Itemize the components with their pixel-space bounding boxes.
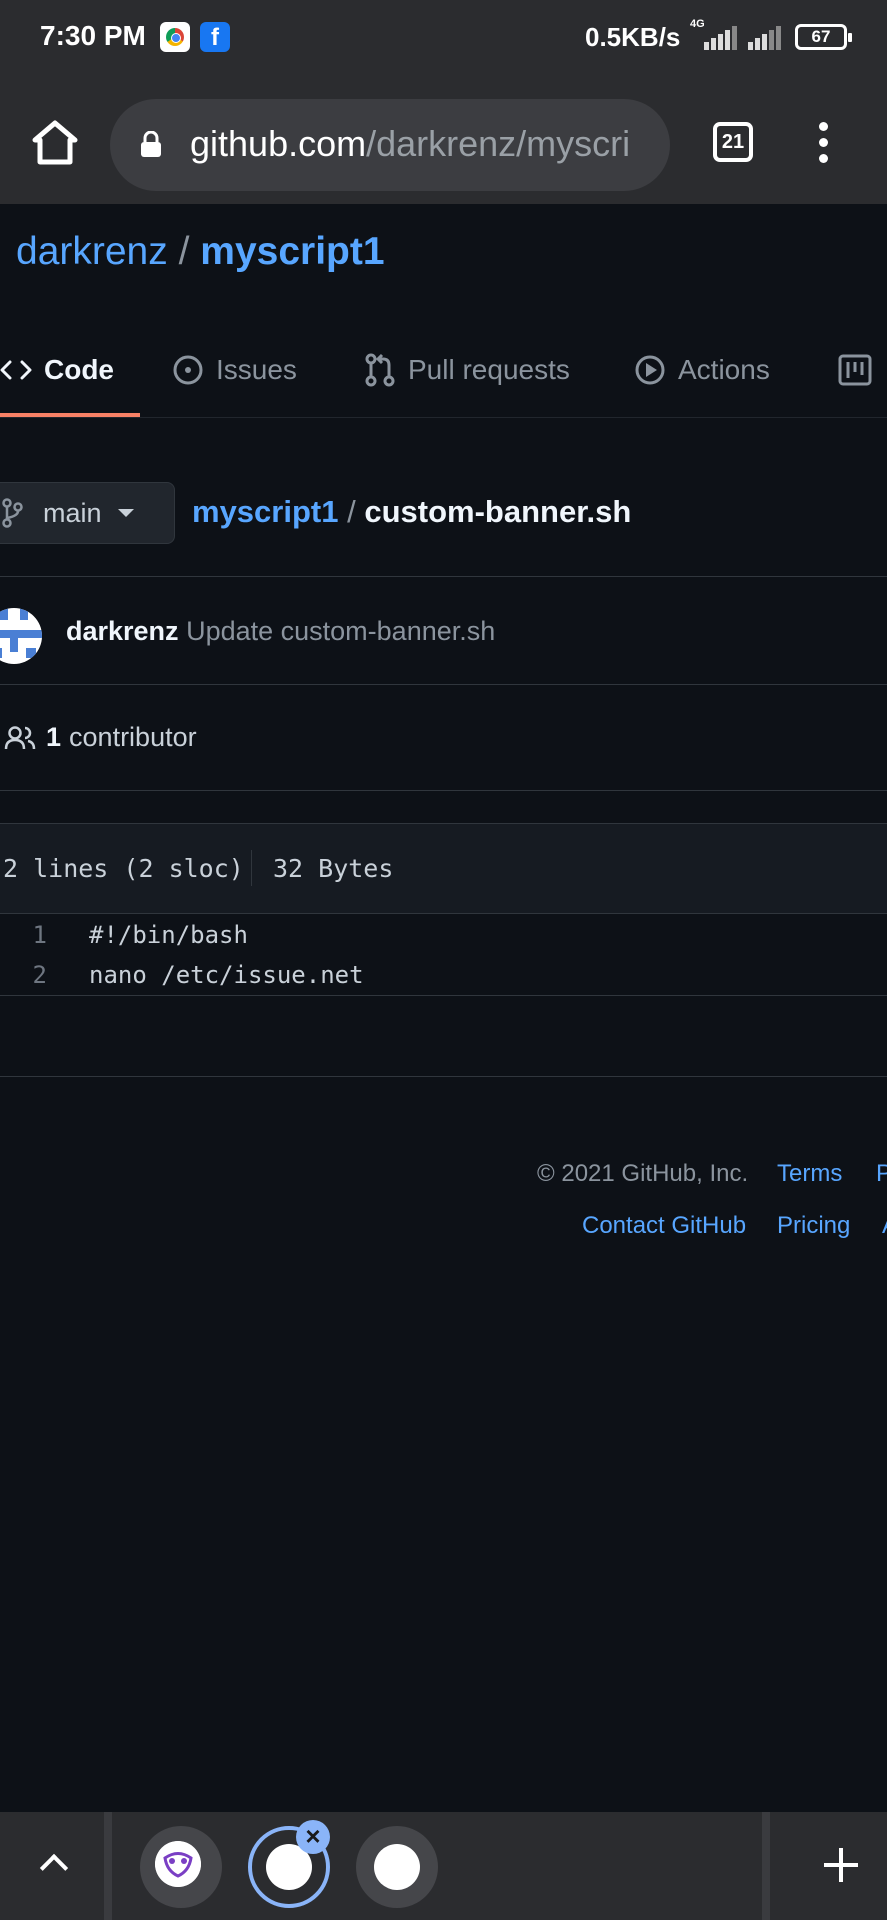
repo-nav-tabs: Code Issues Pull requests Actions bbox=[0, 320, 887, 418]
file-viewer: 2 lines (2 sloc) 32 Bytes 1 #!/bin/bash … bbox=[0, 823, 887, 996]
line-content: #!/bin/bash bbox=[89, 921, 248, 949]
breadcrumb: myscript1 / custom-banner.sh bbox=[192, 494, 631, 530]
footer-link-terms[interactable]: Terms bbox=[777, 1160, 842, 1188]
latest-commit: darkrenz Update custom-banner.sh bbox=[66, 616, 495, 647]
close-icon[interactable]: × bbox=[296, 1820, 330, 1854]
tab-actions[interactable]: Actions bbox=[634, 350, 770, 390]
network-type-label: 4G bbox=[690, 18, 705, 30]
url-text: github.com/darkrenz/myscri bbox=[190, 123, 650, 165]
chrome-icon bbox=[160, 22, 190, 52]
status-time: 7:30 PM bbox=[40, 20, 146, 51]
breadcrumb-repo-link[interactable]: myscript1 bbox=[192, 494, 338, 529]
tab-pull-requests[interactable]: Pull requests bbox=[364, 350, 570, 390]
tab-issues[interactable]: Issues bbox=[172, 350, 297, 390]
url-host: github.com bbox=[190, 123, 367, 164]
tab-label: Pull requests bbox=[408, 354, 570, 385]
repo-owner-link[interactable]: darkrenz bbox=[16, 230, 168, 273]
footer-link-privacy[interactable]: P bbox=[876, 1160, 887, 1188]
active-tab-indicator bbox=[0, 413, 140, 417]
divider bbox=[0, 576, 887, 577]
tab-projects[interactable] bbox=[838, 350, 884, 390]
footer-link-api[interactable]: A bbox=[882, 1212, 887, 1240]
contributor-label: contributor bbox=[69, 722, 197, 752]
tab-thumbnail[interactable] bbox=[356, 1826, 438, 1908]
footer-link-pricing[interactable]: Pricing bbox=[777, 1212, 850, 1240]
repo-name-link[interactable]: myscript1 bbox=[200, 230, 384, 273]
breadcrumb-file-name: custom-banner.sh bbox=[364, 494, 632, 529]
address-bar[interactable]: github.com/darkrenz/myscri bbox=[110, 99, 670, 191]
file-header: 2 lines (2 sloc) 32 Bytes bbox=[0, 824, 887, 914]
contributors-link[interactable]: 1 contributor bbox=[4, 722, 197, 753]
chevron-up-icon bbox=[39, 1853, 69, 1883]
code-line: 2 nano /etc/issue.net bbox=[0, 961, 887, 1001]
signal-icon bbox=[746, 24, 792, 50]
chevron-down-icon bbox=[117, 509, 134, 517]
line-content: nano /etc/issue.net bbox=[89, 961, 364, 989]
tab-thumbnail[interactable] bbox=[140, 1826, 222, 1908]
line-number[interactable]: 2 bbox=[0, 961, 47, 989]
footer-link-contact[interactable]: Contact GitHub bbox=[582, 1212, 746, 1240]
line-number[interactable]: 1 bbox=[0, 921, 47, 949]
network-speed: 0.5KB/s bbox=[585, 22, 681, 52]
branch-name: main bbox=[43, 497, 102, 528]
branch-icon bbox=[2, 498, 23, 528]
breadcrumb-separator: / bbox=[347, 494, 356, 529]
status-bar: 7:30 PM f 0.5KB/s 4G 67 bbox=[0, 0, 887, 74]
commit-message-link[interactable]: Update custom-banner.sh bbox=[186, 616, 495, 646]
repo-title: darkrenz / myscript1 bbox=[16, 230, 385, 274]
tab-strip: × bbox=[0, 1812, 887, 1920]
divider bbox=[251, 850, 252, 886]
people-icon bbox=[4, 725, 36, 749]
file-size: 32 Bytes bbox=[273, 854, 394, 883]
new-tab-button[interactable] bbox=[762, 1812, 887, 1920]
signal-icon: 4G bbox=[690, 18, 737, 50]
issue-icon bbox=[173, 355, 203, 385]
home-icon[interactable] bbox=[30, 118, 80, 166]
code-line: 1 #!/bin/bash bbox=[0, 921, 887, 961]
tab-label: Code bbox=[44, 354, 114, 385]
browser-toolbar: github.com/darkrenz/myscri 21 bbox=[0, 74, 887, 204]
avatar[interactable] bbox=[0, 608, 42, 664]
battery-icon: 67 bbox=[795, 24, 852, 50]
tab-label: Issues bbox=[216, 354, 297, 385]
tab-code[interactable]: Code bbox=[0, 350, 114, 390]
contributor-count: 1 bbox=[46, 722, 62, 752]
repo-separator: / bbox=[178, 230, 190, 273]
tor-owl-icon bbox=[155, 1841, 201, 1887]
lock-icon bbox=[141, 131, 161, 157]
play-icon bbox=[635, 355, 665, 385]
divider bbox=[0, 1076, 887, 1077]
tab-label: Actions bbox=[678, 354, 770, 385]
divider bbox=[0, 790, 887, 791]
project-icon bbox=[838, 354, 872, 386]
pull-request-icon bbox=[365, 353, 395, 387]
divider bbox=[0, 684, 887, 685]
footer-copyright: © 2021 GitHub, Inc. bbox=[537, 1160, 749, 1187]
tab-switcher-icon[interactable]: 21 bbox=[713, 122, 753, 162]
file-line-count: 2 lines (2 sloc) bbox=[3, 854, 244, 883]
favicon bbox=[374, 1844, 420, 1890]
commit-author-link[interactable]: darkrenz bbox=[66, 616, 179, 646]
branch-selector-button[interactable]: main bbox=[0, 482, 175, 544]
more-options-icon[interactable] bbox=[815, 122, 831, 166]
code-icon bbox=[0, 360, 32, 380]
facebook-icon: f bbox=[200, 22, 230, 52]
expand-tabs-button[interactable] bbox=[0, 1812, 112, 1920]
url-path: /darkrenz/myscri bbox=[366, 123, 631, 164]
plus-icon bbox=[824, 1848, 858, 1882]
